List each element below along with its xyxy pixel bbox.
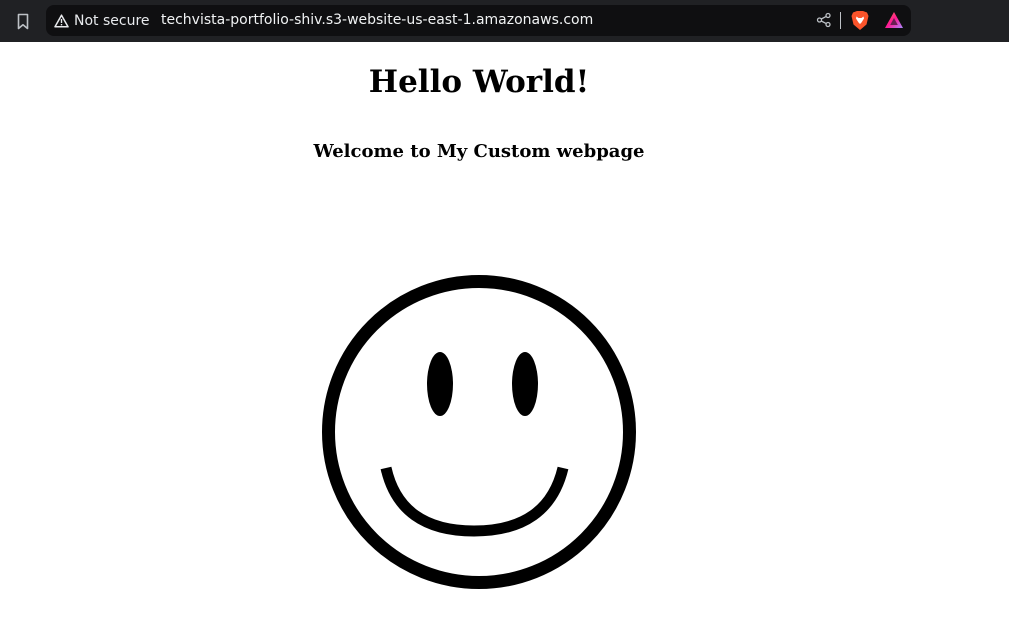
share-icon[interactable]: [816, 12, 832, 28]
page-title: Hello World!: [368, 64, 590, 100]
security-indicator[interactable]: Not secure: [54, 5, 150, 36]
security-label: Not secure: [74, 12, 150, 29]
face-outline: [322, 275, 636, 589]
bookmark-icon[interactable]: [14, 11, 32, 31]
toolbar-divider: [840, 12, 841, 29]
url-text[interactable]: techvista-portfolio-shiv.s3-website-us-e…: [161, 5, 593, 36]
browser-toolbar: Not secure techvista-portfolio-shiv.s3-w…: [0, 0, 1009, 42]
brave-shields-icon[interactable]: [850, 10, 870, 31]
right-eye: [512, 352, 538, 416]
page-subtitle: Welcome to My Custom webpage: [313, 141, 645, 162]
left-eye: [427, 352, 453, 416]
address-bar[interactable]: Not secure techvista-portfolio-shiv.s3-w…: [46, 5, 911, 36]
brave-rewards-icon[interactable]: [884, 11, 904, 29]
smiley-face-image: [320, 273, 638, 591]
web-page: Hello World! Welcome to My Custom webpag…: [0, 42, 1009, 637]
warning-triangle-icon: [54, 13, 69, 28]
